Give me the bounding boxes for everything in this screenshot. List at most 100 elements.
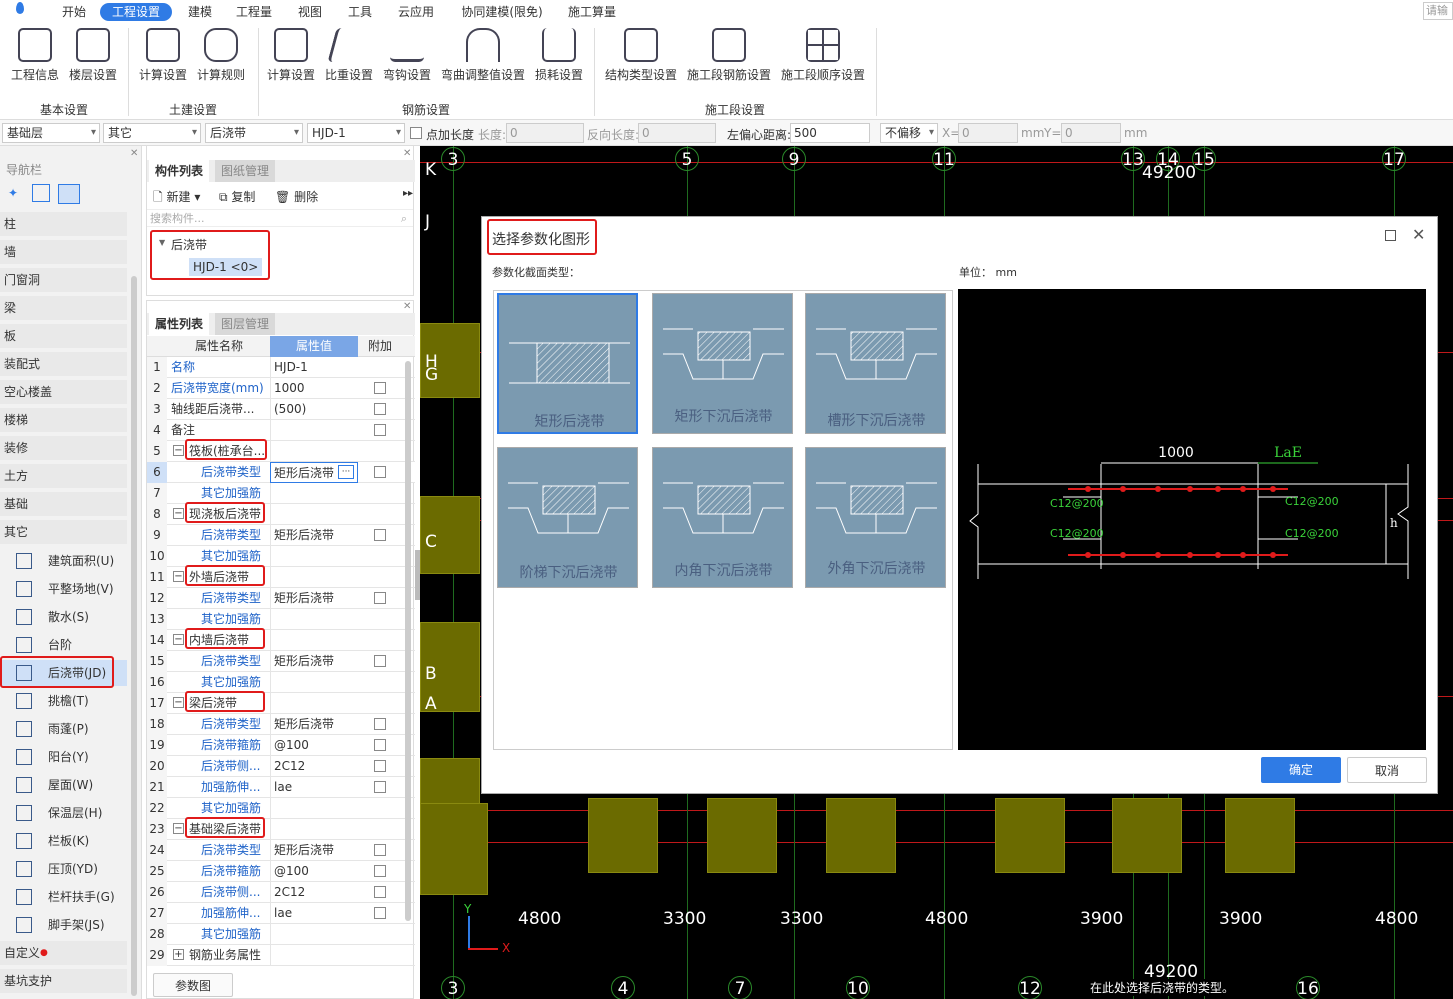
- shape-tile[interactable]: 外角下沉后浇带: [805, 447, 946, 588]
- tab-layer-manage[interactable]: 图层管理: [215, 313, 276, 335]
- close-icon[interactable]: ✕: [1412, 225, 1425, 244]
- component-select[interactable]: HJD-1: [307, 123, 405, 143]
- property-value[interactable]: [270, 441, 358, 462]
- property-row[interactable]: 19 后浇带箍筋 @100: [147, 735, 415, 756]
- property-value[interactable]: 矩形后浇带: [270, 588, 358, 609]
- property-value[interactable]: (500): [270, 399, 358, 420]
- new-button[interactable]: 🗋 新建 ▾: [153, 188, 200, 209]
- menu-view[interactable]: 视图: [290, 3, 330, 21]
- nav-category-3[interactable]: 梁: [0, 296, 127, 320]
- calc-rules-button[interactable]: 计算规则: [194, 28, 248, 83]
- property-value[interactable]: lae: [270, 777, 358, 798]
- property-row[interactable]: 7 其它加强筋: [147, 483, 415, 504]
- extra-checkbox[interactable]: [374, 403, 386, 415]
- property-row[interactable]: 24 后浇带类型 矩形后浇带: [147, 840, 415, 861]
- tab-property-list[interactable]: 属性列表: [149, 313, 210, 335]
- property-value[interactable]: lae: [270, 903, 358, 924]
- shape-tile[interactable]: 内角下沉后浇带: [652, 447, 793, 588]
- nav-item-6[interactable]: 雨蓬(P): [0, 716, 127, 742]
- extra-checkbox[interactable]: [374, 466, 386, 478]
- property-value[interactable]: [270, 483, 358, 504]
- search-box[interactable]: 请输: [1423, 2, 1453, 20]
- rebar-calc-settings-button[interactable]: 计算设置: [264, 28, 318, 83]
- extra-checkbox[interactable]: [374, 655, 386, 667]
- nav-category-custom[interactable]: 自定义●: [0, 941, 127, 965]
- menu-quantity[interactable]: 工程量: [228, 3, 280, 21]
- cancel-button[interactable]: 取消: [1347, 757, 1427, 783]
- density-settings-button[interactable]: 比重设置: [322, 28, 376, 83]
- property-value[interactable]: 2C12: [270, 756, 358, 777]
- nav-category-pit[interactable]: 基坑支护: [0, 969, 127, 993]
- menu-start[interactable]: 开始: [54, 3, 94, 21]
- category-select[interactable]: 其它: [103, 123, 201, 143]
- menu-modeling[interactable]: 建模: [180, 3, 220, 21]
- property-row[interactable]: 16 其它加强筋: [147, 672, 415, 693]
- collapse-icon[interactable]: −: [173, 571, 184, 582]
- loss-settings-button[interactable]: 损耗设置: [532, 28, 586, 83]
- add-length-checkbox[interactable]: [410, 127, 422, 139]
- extra-checkbox[interactable]: [374, 781, 386, 793]
- project-info-button[interactable]: 工程信息: [8, 28, 62, 83]
- maximize-icon[interactable]: [1385, 230, 1396, 241]
- copy-button[interactable]: ⧉ 复制: [219, 188, 255, 205]
- nav-item-5[interactable]: 挑檐(T): [0, 688, 127, 714]
- property-value[interactable]: @100: [270, 861, 358, 882]
- collapse-icon[interactable]: −: [173, 697, 184, 708]
- property-row[interactable]: 21 加强筋伸... lae: [147, 777, 415, 798]
- property-value[interactable]: [270, 546, 358, 567]
- property-value[interactable]: 1000: [270, 378, 358, 399]
- property-row[interactable]: 4 备注: [147, 420, 415, 441]
- shape-tile[interactable]: 矩形下沉后浇带: [652, 293, 793, 434]
- nav-category-9[interactable]: 土方: [0, 464, 127, 488]
- menu-collab[interactable]: 协同建模(限免): [452, 3, 552, 21]
- property-value[interactable]: [270, 924, 358, 945]
- extra-checkbox[interactable]: [374, 529, 386, 541]
- hook-settings-button[interactable]: 弯钩设置: [380, 28, 434, 83]
- component-search-input[interactable]: 搜索构件... ⌕: [147, 209, 413, 227]
- property-row[interactable]: 22 其它加强筋: [147, 798, 415, 819]
- property-scrollbar[interactable]: [405, 361, 411, 921]
- segment-order-button[interactable]: 施工段顺序设置: [778, 28, 868, 83]
- nav-category-5[interactable]: 装配式: [0, 352, 127, 376]
- floor-settings-button[interactable]: 楼层设置: [66, 28, 120, 83]
- length-input[interactable]: 0: [506, 123, 584, 143]
- component-panel-close-icon[interactable]: ✕: [403, 148, 411, 159]
- property-row[interactable]: 3 轴线距后浇带... (500): [147, 399, 415, 420]
- nav-item-10[interactable]: 栏板(K): [0, 828, 127, 854]
- property-value[interactable]: [270, 609, 358, 630]
- property-row[interactable]: 18 后浇带类型 矩形后浇带: [147, 714, 415, 735]
- property-row[interactable]: 26 后浇带侧... 2C12: [147, 882, 415, 903]
- nav-category-7[interactable]: 楼梯: [0, 408, 127, 432]
- extra-checkbox[interactable]: [374, 865, 386, 877]
- property-value[interactable]: 矩形后浇带: [270, 840, 358, 861]
- delete-button[interactable]: 🗑 删除: [275, 188, 318, 205]
- menu-tools[interactable]: 工具: [340, 3, 380, 21]
- ok-button[interactable]: 确定: [1261, 757, 1341, 783]
- property-value[interactable]: [270, 420, 358, 441]
- extra-checkbox[interactable]: [374, 424, 386, 436]
- ellipsis-button[interactable]: ···: [338, 465, 354, 479]
- nav-item-1[interactable]: 平整场地(V): [0, 576, 127, 602]
- property-value[interactable]: [270, 798, 358, 819]
- extra-checkbox[interactable]: [374, 844, 386, 856]
- property-value[interactable]: [270, 504, 358, 525]
- nav-item-12[interactable]: 栏杆扶手(G): [0, 884, 127, 910]
- nav-list-icon[interactable]: [32, 184, 50, 202]
- x-input[interactable]: 0: [958, 123, 1018, 143]
- property-value[interactable]: 矩形后浇带: [270, 714, 358, 735]
- floor-select[interactable]: 基础层: [2, 123, 100, 143]
- extra-checkbox[interactable]: [374, 907, 386, 919]
- property-panel-close-icon[interactable]: ✕: [403, 301, 411, 312]
- calc-settings-button[interactable]: 计算设置: [136, 28, 190, 83]
- nav-category-6[interactable]: 空心楼盖: [0, 380, 127, 404]
- nav-detail-icon[interactable]: [58, 184, 80, 204]
- nav-item-2[interactable]: 散水(S): [0, 604, 127, 630]
- property-row[interactable]: 1 名称 HJD-1: [147, 357, 415, 378]
- tab-component-list[interactable]: 构件列表: [149, 160, 210, 182]
- property-row[interactable]: 28 其它加强筋: [147, 924, 415, 945]
- offset-mode-select[interactable]: 不偏移: [880, 123, 938, 143]
- extra-checkbox[interactable]: [374, 382, 386, 394]
- shape-tile[interactable]: 矩形后浇带: [497, 293, 638, 434]
- reverse-length-input[interactable]: 0: [638, 123, 716, 143]
- property-value[interactable]: [270, 945, 358, 966]
